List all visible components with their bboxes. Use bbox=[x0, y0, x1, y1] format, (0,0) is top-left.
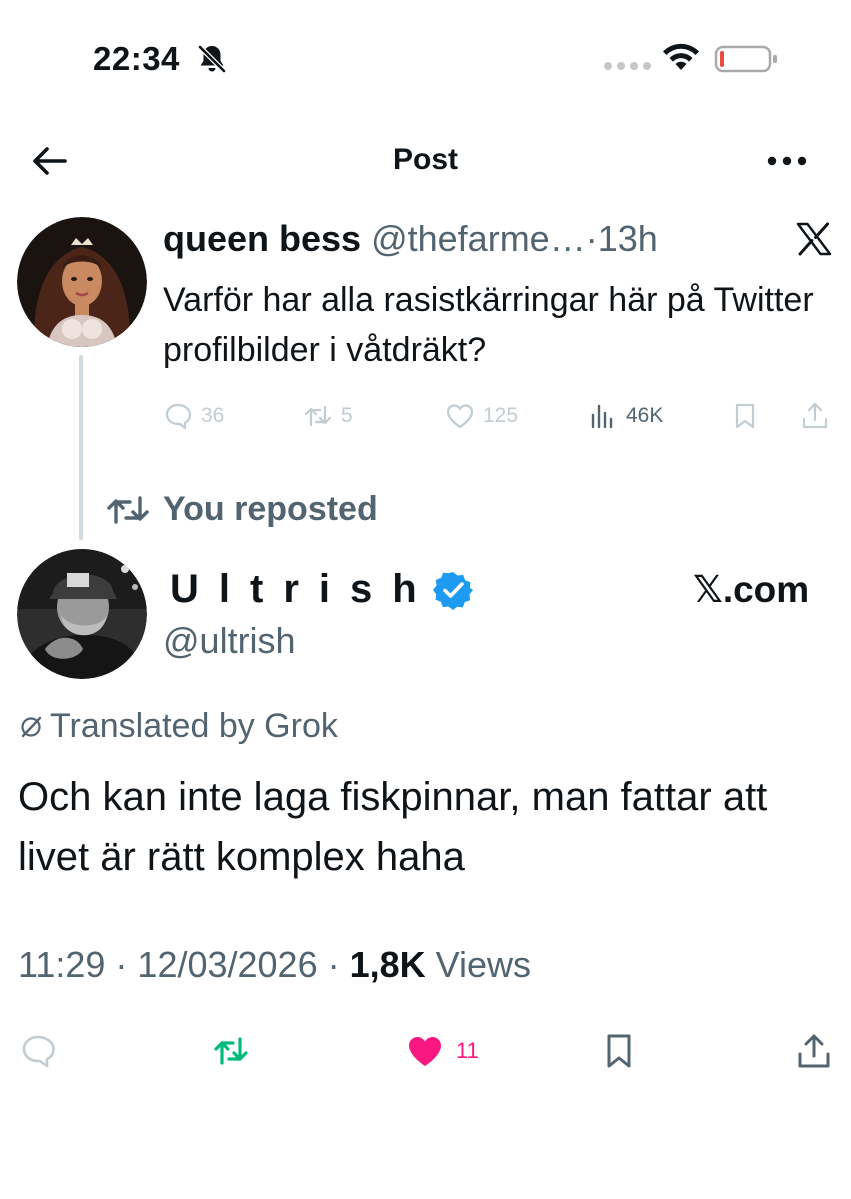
share-icon bbox=[798, 1034, 830, 1068]
parent-time-ago: 13h bbox=[597, 218, 658, 259]
heart-icon bbox=[446, 404, 474, 429]
share-button[interactable] bbox=[795, 1032, 833, 1070]
battery-low-icon bbox=[714, 45, 777, 73]
parent-tweet-header: queen bess @thefarme…·13h bbox=[163, 218, 658, 260]
cellular-signal-icon bbox=[604, 62, 651, 70]
bell-slash-icon bbox=[198, 45, 226, 73]
x-dot-com-source: 𝕏.com bbox=[693, 568, 809, 611]
source-label: .com bbox=[722, 569, 810, 610]
x-logo-icon bbox=[796, 222, 832, 256]
translated-by-grok: Translated by Grok bbox=[18, 707, 338, 746]
you-reposted-banner: You reposted bbox=[105, 490, 378, 529]
reply-button[interactable] bbox=[19, 1032, 57, 1070]
bookmark-icon bbox=[607, 1034, 631, 1068]
page-title: Post bbox=[392, 143, 458, 176]
translated-label: Translated by Grok bbox=[50, 707, 338, 745]
share-icon bbox=[802, 402, 828, 429]
more-horizontal-icon[interactable] bbox=[766, 148, 808, 174]
like-button[interactable]: 125 bbox=[445, 401, 518, 431]
repost-count: 5 bbox=[341, 404, 353, 427]
repost-button[interactable]: 5 bbox=[303, 401, 353, 431]
heart-filled-icon bbox=[409, 1037, 441, 1066]
avatar-queen-bess[interactable] bbox=[17, 217, 147, 347]
bookmark-icon bbox=[735, 403, 755, 429]
views-label: Views bbox=[435, 944, 532, 985]
parent-tweet-actions: 36 5 125 46K bbox=[163, 398, 833, 434]
status-time: 22:34 bbox=[93, 40, 180, 77]
views-count: 1,8K bbox=[349, 944, 426, 985]
main-tweet-text: Och kan inte laga fiskpinnar, man fattar… bbox=[18, 775, 768, 879]
analytics-bars-icon bbox=[591, 404, 613, 429]
main-handle[interactable]: @ultrish bbox=[163, 620, 296, 662]
thread-connector-line bbox=[79, 355, 83, 540]
repost-icon bbox=[214, 1037, 248, 1065]
wifi-icon bbox=[663, 43, 699, 70]
grok-icon bbox=[21, 716, 42, 737]
verified-badge-icon bbox=[432, 571, 473, 610]
main-display-name[interactable]: Ultrish bbox=[170, 567, 473, 612]
repost-icon bbox=[304, 405, 332, 427]
tweet-meta: 11:29 · 12/03/2026 · 1,8K Views bbox=[18, 944, 532, 985]
tweet-date: 12/03/2026 bbox=[137, 944, 318, 985]
like-button[interactable]: 11 bbox=[406, 1032, 479, 1070]
like-count: 11 bbox=[456, 1038, 479, 1063]
parent-display-name[interactable]: queen bess bbox=[163, 218, 361, 259]
you-reposted-label: You reposted bbox=[163, 490, 378, 528]
share-button[interactable] bbox=[800, 401, 830, 431]
parent-tweet-text: Varför har alla rasistkärringar här på T… bbox=[163, 281, 814, 369]
repost-icon bbox=[107, 495, 149, 524]
avatar-ultrish[interactable] bbox=[17, 549, 147, 679]
reply-count: 36 bbox=[201, 404, 225, 427]
repost-button[interactable] bbox=[212, 1032, 250, 1070]
parent-separator: · bbox=[585, 218, 598, 259]
parent-handle[interactable]: @thefarme… bbox=[371, 218, 586, 259]
reply-icon bbox=[165, 403, 192, 430]
reply-icon bbox=[22, 1035, 55, 1068]
main-tweet-actions: 11 bbox=[0, 1030, 851, 1074]
x-logo-icon: 𝕏 bbox=[693, 568, 723, 611]
views-count: 46K bbox=[626, 404, 664, 427]
like-count: 125 bbox=[483, 404, 519, 427]
main-display-name-text: Ultrish bbox=[170, 567, 437, 611]
reply-button[interactable]: 36 bbox=[163, 401, 224, 431]
views-button[interactable]: 46K bbox=[588, 401, 663, 431]
bookmark-button[interactable] bbox=[730, 401, 760, 431]
tweet-time: 11:29 bbox=[18, 944, 106, 985]
bookmark-button[interactable] bbox=[600, 1032, 638, 1070]
